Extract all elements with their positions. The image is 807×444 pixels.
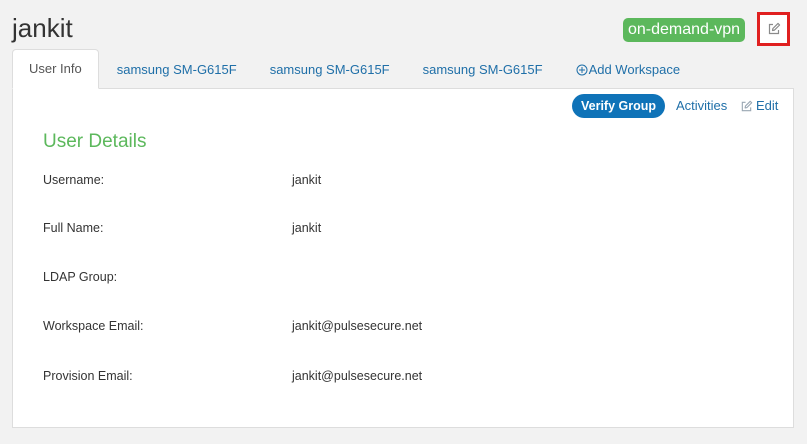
user-info-panel: Verify Group Activities Edit User Detail… [12, 88, 794, 428]
tab-device-1[interactable]: samsung SM-G615F [117, 51, 237, 89]
username-label: Username: [43, 173, 105, 187]
pencil-square-icon [767, 22, 781, 36]
tab-user-info[interactable]: User Info [12, 49, 99, 89]
edit-label: Edit [756, 98, 779, 113]
full-name-value: jankit [292, 221, 322, 235]
edit-profile-button[interactable] [757, 12, 790, 46]
workspace-email-label: Workspace Email: [43, 319, 144, 333]
username-value: jankit [292, 173, 322, 187]
tab-bar: User Info samsung SM-G615F samsung SM-G6… [12, 49, 681, 89]
status-badge: on-demand-vpn [623, 18, 746, 42]
tab-device-2[interactable]: samsung SM-G615F [270, 51, 390, 89]
activities-link[interactable]: Activities [676, 94, 727, 118]
full-name-label: Full Name: [43, 221, 104, 235]
add-workspace-label: Add Workspace [588, 62, 681, 77]
section-title: User Details [43, 131, 147, 152]
pencil-icon [740, 100, 753, 113]
edit-link[interactable]: Edit [740, 94, 778, 118]
plus-circle-icon [576, 64, 588, 76]
ldap-group-label: LDAP Group: [43, 270, 118, 284]
provision-email-value: jankit@pulsesecure.net [292, 369, 423, 383]
verify-group-button[interactable]: Verify Group [572, 94, 666, 118]
tab-add-workspace[interactable]: Add Workspace [576, 51, 681, 89]
tab-device-3[interactable]: samsung SM-G615F [423, 51, 543, 89]
workspace-email-value: jankit@pulsesecure.net [292, 319, 423, 333]
provision-email-label: Provision Email: [43, 369, 133, 383]
page-title: jankit [12, 13, 73, 43]
